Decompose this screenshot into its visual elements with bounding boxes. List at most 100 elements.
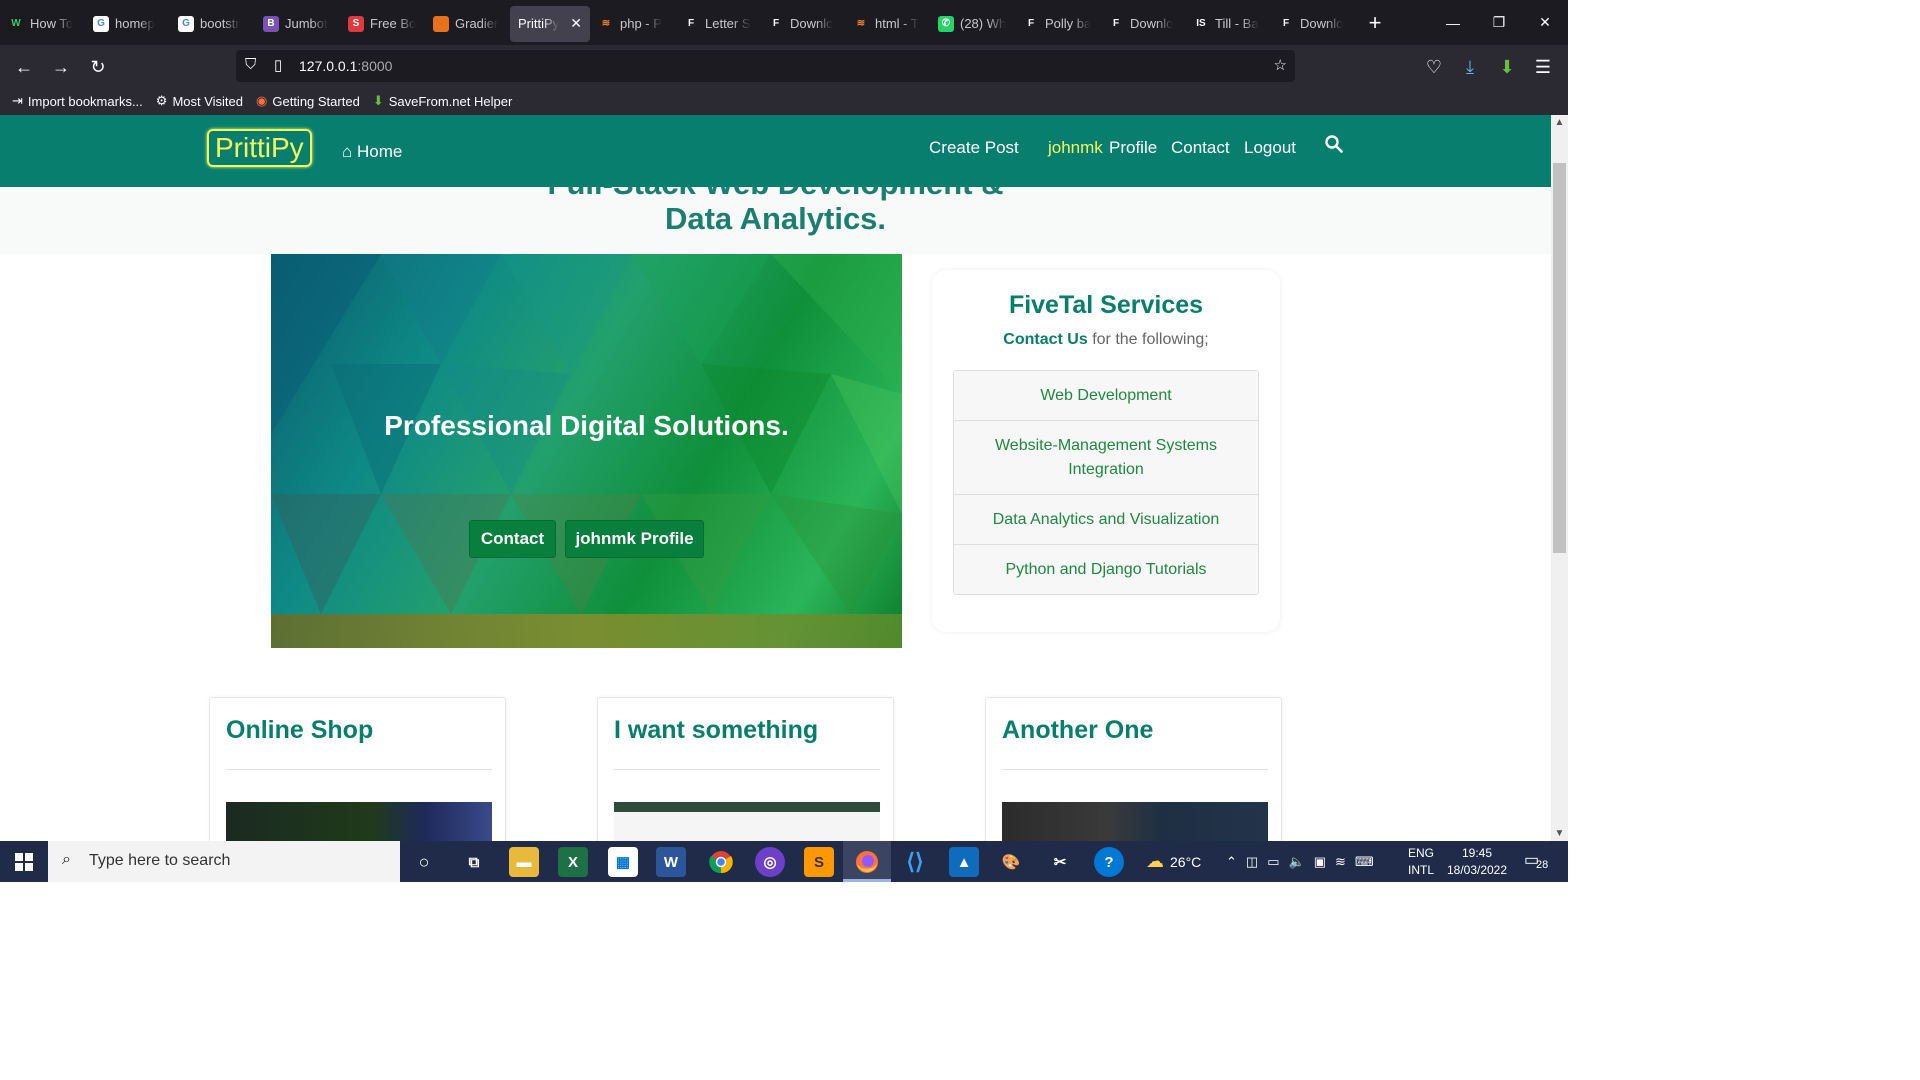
post-card[interactable]: Online Shop: [209, 697, 506, 841]
close-window-icon[interactable]: ✕: [1522, 0, 1568, 45]
task-view-icon[interactable]: ⧉: [459, 847, 489, 877]
weather-widget[interactable]: ☁ 26°C: [1146, 841, 1201, 882]
restore-icon[interactable]: ❐: [1476, 0, 1522, 45]
service-item[interactable]: Web Development: [954, 371, 1258, 421]
bookmark-item[interactable]: ◉ Getting Started: [256, 93, 360, 109]
reload-icon[interactable]: ↻: [84, 53, 112, 81]
browser-tab[interactable]: ≋ html - T: [845, 6, 930, 42]
post-card-image[interactable]: [1002, 802, 1268, 841]
nav-create-post[interactable]: Create Post: [929, 138, 1019, 158]
chevron-up-icon[interactable]: ⌃: [1226, 854, 1246, 870]
scrollbar-thumb[interactable]: [1553, 163, 1566, 553]
tab-favicon-icon: S: [348, 15, 364, 32]
paint-icon[interactable]: 🎨: [996, 847, 1026, 877]
browser-tab[interactable]: F Polly ba: [1015, 6, 1100, 42]
address-bar[interactable]: ⛉ ▯ 127.0.0.1:8000 ☆: [236, 50, 1295, 82]
photos-icon[interactable]: ▲: [949, 847, 979, 877]
scroll-up-icon[interactable]: ▲: [1551, 117, 1568, 128]
bookmark-item[interactable]: ⚙ Most Visited: [156, 93, 243, 109]
github-desktop-icon[interactable]: ◎: [755, 847, 785, 877]
browser-tab[interactable]: F Downlo: [760, 6, 845, 42]
tab-favicon-icon: B: [263, 15, 279, 32]
url-text[interactable]: 127.0.0.1:8000: [299, 58, 392, 74]
service-item[interactable]: Data Analytics and Visualization: [954, 495, 1258, 545]
nav-contact[interactable]: Contact: [1171, 138, 1230, 158]
keyboard-icon[interactable]: ⌨: [1355, 854, 1383, 870]
search-icon[interactable]: [1325, 135, 1343, 158]
post-card-image[interactable]: [226, 802, 492, 841]
nav-username[interactable]: johnmk: [1048, 138, 1103, 158]
browser-tab[interactable]: F Downlo: [1100, 6, 1185, 42]
minimize-icon[interactable]: —: [1430, 0, 1476, 45]
savefrom-extension-icon[interactable]: ⬇: [1493, 53, 1521, 81]
browser-tab[interactable]: ≋ php - P: [590, 6, 675, 42]
language-indicator[interactable]: ENG INTL: [1403, 845, 1439, 879]
help-icon[interactable]: ?: [1094, 847, 1124, 877]
nav-home-link[interactable]: ⌂ Home: [342, 142, 402, 162]
scroll-down-icon[interactable]: ▼: [1551, 828, 1568, 839]
contact-us-link[interactable]: Contact Us: [1003, 331, 1087, 348]
post-card-title[interactable]: I want something: [614, 716, 818, 745]
new-tab-button[interactable]: +: [1355, 10, 1395, 36]
browser-tab[interactable]: F Letter S: [675, 6, 760, 42]
tab-label: Till - Ba: [1215, 16, 1259, 31]
services-list: Web Development Website-Management Syste…: [953, 370, 1259, 595]
vscode-icon[interactable]: ⟨⟩: [900, 847, 930, 877]
cortana-icon[interactable]: ○: [409, 847, 439, 877]
meet-now-icon[interactable]: ◫: [1246, 854, 1267, 870]
back-icon[interactable]: ←: [10, 53, 38, 81]
post-card-title[interactable]: Another One: [1002, 716, 1153, 745]
store-icon[interactable]: ▦: [608, 847, 638, 877]
page-icon[interactable]: ▯: [274, 56, 282, 74]
pocket-icon[interactable]: ♡: [1420, 53, 1448, 81]
browser-tab[interactable]: ✆ (28) Wh: [930, 6, 1015, 42]
carousel-profile-button[interactable]: johnmk Profile: [565, 520, 704, 558]
browser-tab[interactable]: S Free Bo: [340, 6, 425, 42]
page-scrollbar[interactable]: ▲ ▼: [1551, 115, 1568, 841]
chrome-icon[interactable]: [706, 847, 736, 877]
brand-logo[interactable]: PrittiPy: [207, 129, 312, 167]
post-card[interactable]: Another One: [985, 697, 1282, 841]
browser-tab[interactable]: Gbootstr: [170, 6, 255, 42]
battery-icon[interactable]: ▭: [1267, 854, 1288, 870]
system-tray-icons[interactable]: ⌃ ◫ ▭ 🔈 ▣ ≋ ⌨: [1226, 841, 1383, 882]
services-subtitle: Contact Us for the following;: [1003, 331, 1209, 348]
taskbar-search-box[interactable]: ⌕ Type here to search: [48, 841, 400, 882]
browser-tab[interactable]: B Jumbot: [255, 6, 340, 42]
sublime-text-icon[interactable]: S: [804, 847, 834, 877]
notification-center-icon[interactable]: ▭ 28: [1524, 850, 1548, 872]
browser-tab[interactable]: F Downlo: [1270, 6, 1355, 42]
post-card-image[interactable]: [614, 802, 880, 841]
downloads-icon[interactable]: ⤓: [1456, 53, 1484, 81]
nav-logout[interactable]: Logout: [1244, 138, 1296, 158]
wifi-icon[interactable]: ≋: [1335, 854, 1355, 870]
shield-icon[interactable]: ⛉: [245, 56, 256, 73]
post-card[interactable]: I want something: [597, 697, 894, 841]
browser-tab[interactable]: W How To: [0, 6, 85, 42]
display-icon[interactable]: ▣: [1314, 854, 1335, 870]
service-item[interactable]: Python and Django Tutorials: [954, 545, 1258, 594]
file-explorer-icon[interactable]: ▬: [509, 847, 539, 877]
snip-sketch-icon[interactable]: ✂: [1045, 847, 1075, 877]
nav-profile[interactable]: Profile: [1109, 138, 1157, 158]
service-item[interactable]: Website-Management Systems Integration: [954, 421, 1258, 495]
browser-tab[interactable]: Gradier: [425, 6, 510, 42]
taskbar-clock[interactable]: 19:45 18/03/2022: [1442, 845, 1512, 879]
close-tab-icon[interactable]: ✕: [570, 15, 582, 32]
browser-tab-active[interactable]: PrittiPy ✕: [510, 5, 590, 42]
post-card-title[interactable]: Online Shop: [226, 716, 373, 745]
excel-icon[interactable]: X: [558, 847, 588, 877]
volume-icon[interactable]: 🔈: [1289, 854, 1314, 870]
carousel-contact-button[interactable]: Contact: [469, 520, 556, 558]
bookmark-item[interactable]: ⇥ Import bookmarks...: [12, 93, 143, 109]
bookmark-star-icon[interactable]: ☆: [1274, 56, 1287, 74]
menu-icon[interactable]: ☰: [1529, 53, 1557, 81]
bookmark-item[interactable]: ⬇ SaveFrom.net Helper: [373, 93, 512, 109]
windows-start-icon[interactable]: [0, 841, 48, 882]
tab-label: Free Bo: [370, 16, 417, 31]
browser-tab[interactable]: IS Till - Ba: [1185, 6, 1270, 42]
forward-icon[interactable]: →: [47, 53, 75, 81]
firefox-icon[interactable]: [852, 847, 882, 877]
browser-tab[interactable]: Ghomep: [85, 6, 170, 42]
word-icon[interactable]: W: [656, 847, 686, 877]
